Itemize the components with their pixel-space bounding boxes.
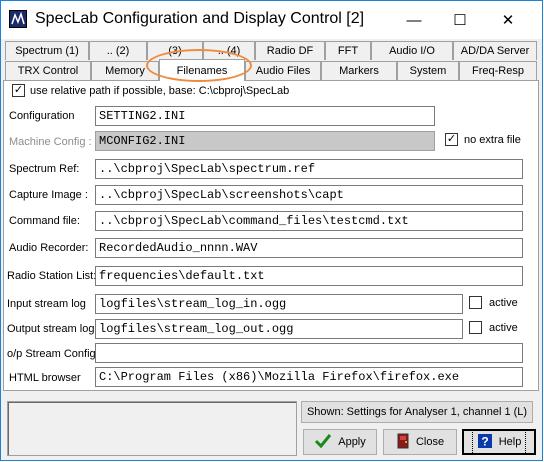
audio-recorder-label: Audio Recorder: [9, 242, 89, 254]
tab-spectrum-4[interactable]: .. (4) [203, 41, 255, 60]
no-extra-file-label: no extra file [464, 134, 521, 146]
output-stream-log-label: Output stream log [7, 323, 95, 335]
input-stream-active-label: active [489, 297, 518, 309]
speclab-app-icon [9, 10, 27, 28]
machine-config-field: MCONFIG2.INI [95, 131, 435, 151]
close-button-label: Close [415, 436, 445, 448]
tab-filenames[interactable]: Filenames [159, 59, 245, 81]
spectrum-ref-field[interactable]: ..\cbproj\SpecLab\spectrum.ref [95, 159, 523, 179]
tab-spectrum-3[interactable]: (3) [147, 41, 203, 60]
minimize-button[interactable]: — [391, 1, 437, 39]
input-stream-active-checkbox[interactable] [469, 296, 482, 309]
relative-path-label: use relative path if possible, base: C:\… [30, 85, 290, 97]
output-stream-active-checkbox[interactable] [469, 321, 482, 334]
filenames-panel: ✓ use relative path if possible, base: C… [3, 80, 539, 391]
machine-config-label: Machine Config : [9, 136, 92, 148]
configuration-label: Configuration [9, 110, 75, 122]
close-button[interactable]: Close [383, 429, 457, 455]
help-button[interactable]: ? Help [462, 429, 536, 455]
radio-station-list-field[interactable]: frequencies\default.txt [95, 266, 523, 286]
tab-trx-control[interactable]: TRX Control [5, 61, 91, 80]
tab-radio-df[interactable]: Radio DF [255, 41, 325, 60]
config-window: SpecLab Configuration and Display Contro… [0, 0, 543, 461]
door-exit-icon [396, 433, 410, 452]
relative-path-checkbox[interactable]: ✓ [12, 84, 25, 97]
html-browser-field[interactable]: C:\Program Files (x86)\Mozilla Firefox\f… [95, 367, 523, 387]
checkmark-icon [314, 433, 332, 452]
capture-image-field[interactable]: ..\cbproj\SpecLab\screenshots\capt [95, 185, 523, 205]
command-file-field[interactable]: ..\cbproj\SpecLab\command_files\testcmd.… [95, 211, 523, 231]
command-file-label: Command file: [9, 215, 80, 227]
help-question-icon: ? [477, 433, 493, 452]
status-box [7, 401, 297, 456]
capture-image-label: Capture Image : [9, 189, 88, 201]
configuration-field[interactable]: SETTING2.INI [95, 106, 435, 126]
tab-spectrum-2[interactable]: .. (2) [89, 41, 147, 60]
tab-audio-files[interactable]: Audio Files [245, 61, 321, 80]
op-stream-config-field[interactable] [95, 343, 523, 363]
tab-freq-resp[interactable]: Freq-Resp [459, 61, 537, 80]
svg-text:?: ? [481, 434, 488, 448]
tab-memory[interactable]: Memory [91, 61, 159, 80]
maximize-button[interactable]: ☐ [437, 1, 483, 39]
shown-settings-button[interactable]: Shown: Settings for Analyser 1, channel … [301, 401, 533, 423]
tab-audio-io[interactable]: Audio I/O [371, 41, 453, 60]
help-button-label: Help [498, 436, 522, 448]
apply-button[interactable]: Apply [303, 429, 377, 455]
audio-recorder-field[interactable]: RecordedAudio_nnnn.WAV [95, 238, 523, 258]
apply-button-label: Apply [338, 436, 366, 448]
output-stream-active-label: active [489, 322, 518, 334]
input-stream-log-label: Input stream log [7, 298, 86, 310]
op-stream-config-label: o/p Stream Config [7, 348, 96, 360]
tab-markers[interactable]: Markers [321, 61, 397, 80]
output-stream-log-field[interactable]: logfiles\stream_log_out.ogg [95, 319, 463, 339]
close-window-button[interactable]: ✕ [485, 1, 531, 39]
radio-station-list-label: Radio Station List: [7, 270, 97, 282]
tab-adda-server[interactable]: AD/DA Server [453, 41, 537, 60]
html-browser-label: HTML browser [9, 372, 81, 384]
tab-row-2: TRX Control Memory Filenames Audio Files… [1, 59, 542, 81]
tab-row-1: Spectrum (1) .. (2) (3) .. (4) Radio DF … [1, 41, 542, 60]
title-bar[interactable]: SpecLab Configuration and Display Contro… [1, 1, 542, 39]
tab-fft[interactable]: FFT [325, 41, 371, 60]
no-extra-file-checkbox[interactable]: ✓ [445, 133, 458, 146]
tab-spectrum-1[interactable]: Spectrum (1) [5, 41, 89, 60]
spectrum-ref-label: Spectrum Ref: [9, 163, 80, 175]
input-stream-log-field[interactable]: logfiles\stream_log_in.ogg [95, 294, 463, 314]
window-title: SpecLab Configuration and Display Contro… [35, 10, 365, 27]
tab-system[interactable]: System [397, 61, 459, 80]
